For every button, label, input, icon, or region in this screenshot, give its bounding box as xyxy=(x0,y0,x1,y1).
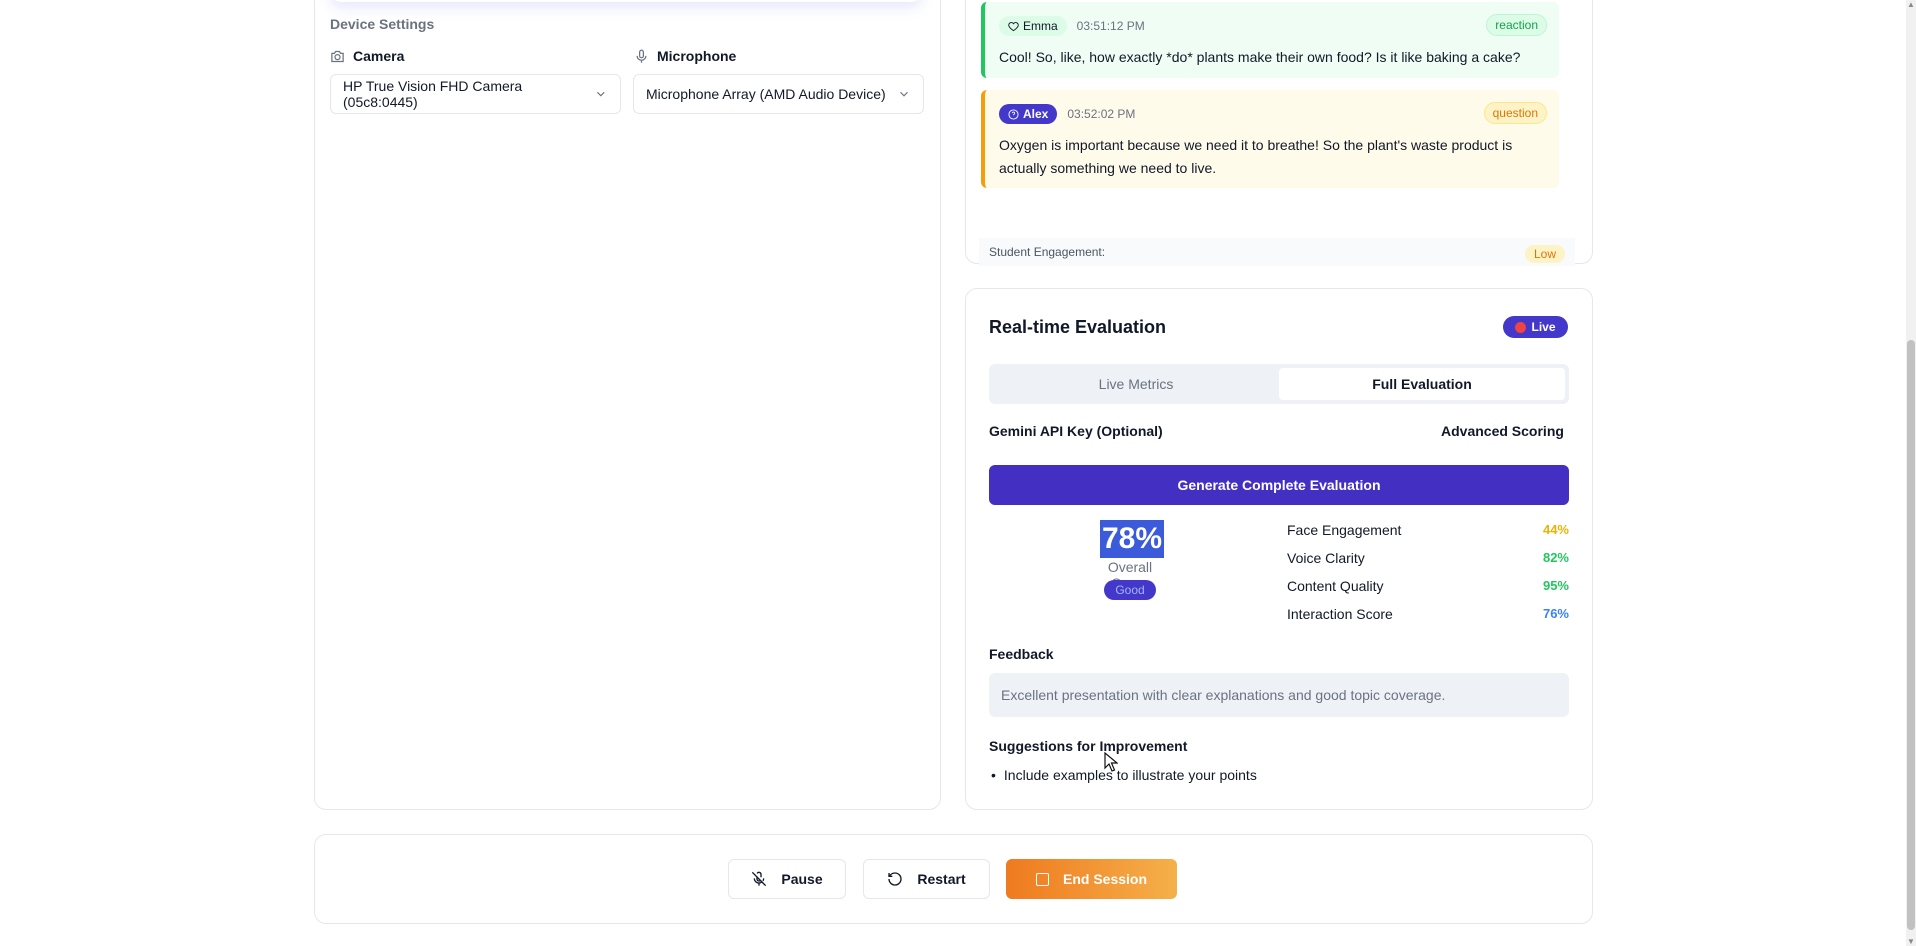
message-text: Cool! So, like, how exactly *do* plants … xyxy=(999,49,1521,65)
student-engagement-row: Student Engagement: Low xyxy=(979,238,1575,266)
message-time: 03:51:12 PM xyxy=(1076,19,1145,33)
rotate-ccw-icon xyxy=(888,872,903,886)
evaluation-title: Real-time Evaluation xyxy=(989,317,1167,337)
transcript-message: Alex 03:52:02 PM question Oxygen is impo… xyxy=(981,90,1559,188)
metric-value: 44% xyxy=(1542,522,1569,537)
restart-label: Restart xyxy=(917,871,966,887)
metric-row: Face Engagement 44% xyxy=(1287,522,1569,538)
engagement-badge: Low xyxy=(1524,245,1565,263)
speaker-name: Alex xyxy=(1023,107,1049,121)
page-scrollbar[interactable]: ▲ ▼ xyxy=(1906,0,1916,946)
metric-row: Voice Clarity 82% xyxy=(1287,550,1569,566)
metric-name: Content Quality xyxy=(1287,578,1384,594)
live-label: Live xyxy=(1531,320,1556,334)
metric-name: Interaction Score xyxy=(1287,606,1393,622)
microphone-select[interactable]: Microphone Array (AMD Audio Device) xyxy=(633,74,924,114)
chevron-down-icon xyxy=(597,91,605,97)
camera-label: Camera xyxy=(353,48,405,64)
advanced-scoring-label[interactable]: Advanced Scoring xyxy=(1441,423,1564,439)
speaker-badge: Alex xyxy=(999,104,1058,124)
engagement-label: Student Engagement: xyxy=(989,245,1106,259)
camera-icon xyxy=(331,50,344,62)
message-text: Oxygen is important because we need it t… xyxy=(999,137,1513,176)
tab-live-metrics[interactable]: Live Metrics xyxy=(993,368,1279,400)
scrollbar-thumb[interactable] xyxy=(1907,340,1915,930)
video-preview xyxy=(330,0,922,2)
score-rating-badge: Good xyxy=(1104,580,1156,600)
suggestion-item: • Include examples to illustrate your po… xyxy=(991,767,1257,783)
metric-value: 82% xyxy=(1542,550,1569,565)
camera-label-row: Camera xyxy=(330,48,404,64)
metric-name: Voice Clarity xyxy=(1287,550,1365,566)
mic-off-icon xyxy=(752,871,767,887)
pause-button[interactable]: Pause xyxy=(728,859,846,899)
microphone-label: Microphone xyxy=(657,48,737,64)
microphone-label-row: Microphone xyxy=(634,48,736,64)
device-panel xyxy=(314,0,941,810)
generate-evaluation-button[interactable]: Generate Complete Evaluation xyxy=(989,465,1569,505)
evaluation-tabs: Live Metrics Full Evaluation xyxy=(989,364,1569,404)
live-badge: Live xyxy=(1503,316,1568,338)
live-dot-icon xyxy=(1515,321,1527,333)
feedback-title: Feedback xyxy=(989,646,1054,662)
camera-select-value: HP True Vision FHD Camera (05c8:0445) xyxy=(343,78,523,110)
device-settings-title: Device Settings xyxy=(330,16,435,32)
heart-icon xyxy=(1008,21,1019,31)
metric-row: Interaction Score 76% xyxy=(1287,606,1569,622)
mouse-cursor-icon xyxy=(1104,752,1118,772)
microphone-icon xyxy=(636,49,647,63)
restart-button[interactable]: Restart xyxy=(863,859,990,899)
scroll-down-icon[interactable]: ▼ xyxy=(1907,937,1915,946)
metric-value: 95% xyxy=(1542,578,1569,593)
suggestion-text: Include examples to illustrate your poin… xyxy=(1003,767,1257,783)
scroll-up-icon[interactable]: ▲ xyxy=(1907,0,1915,9)
microphone-select-value: Microphone Array (AMD Audio Device) xyxy=(646,86,886,102)
overall-score-value: 78% xyxy=(1100,520,1165,558)
tab-full-evaluation[interactable]: Full Evaluation xyxy=(1279,368,1565,400)
transcript-message: Emma 03:51:12 PM reaction Cool! So, like… xyxy=(981,2,1559,78)
message-type-badge: reaction xyxy=(1486,14,1547,36)
suggestions-title: Suggestions for Improvement xyxy=(989,738,1188,754)
end-session-label: End Session xyxy=(1062,871,1148,887)
feedback-text: Excellent presentation with clear explan… xyxy=(989,673,1569,717)
metric-row: Content Quality 95% xyxy=(1287,578,1569,594)
stop-square-icon xyxy=(1035,872,1049,886)
metric-value: 76% xyxy=(1542,606,1569,621)
question-circle-icon xyxy=(1008,108,1019,120)
api-key-label: Gemini API Key (Optional) xyxy=(989,423,1163,439)
camera-select[interactable]: HP True Vision FHD Camera (05c8:0445) xyxy=(330,74,621,114)
end-session-button[interactable]: End Session xyxy=(1006,859,1177,899)
speaker-badge: Emma xyxy=(999,16,1067,36)
message-time: 03:52:02 PM xyxy=(1067,107,1136,121)
metric-name: Face Engagement xyxy=(1287,522,1402,538)
pause-label: Pause xyxy=(781,871,823,887)
speaker-name: Emma xyxy=(1023,19,1058,33)
chevron-down-icon xyxy=(900,91,908,97)
bullet-icon: • xyxy=(991,767,996,783)
message-type-badge: question xyxy=(1483,102,1547,124)
